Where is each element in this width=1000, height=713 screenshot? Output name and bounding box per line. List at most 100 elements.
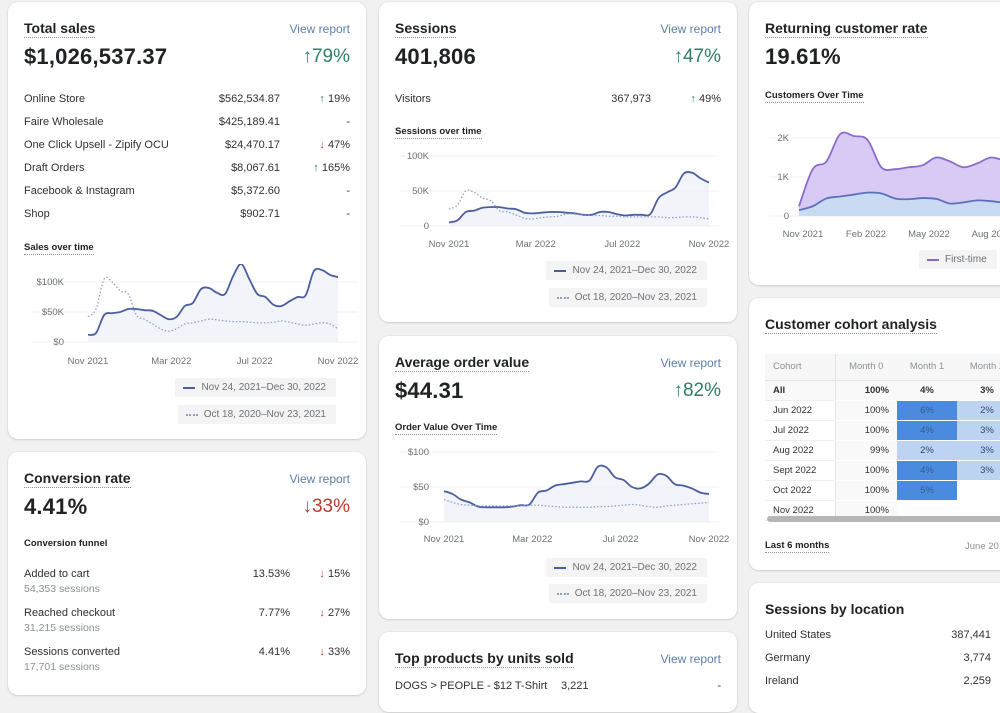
sales-channel-row: Facebook & Instagram $5,372.60 -: [24, 183, 350, 199]
funnel-step-change: ↓ 15%: [319, 568, 350, 580]
view-report-link[interactable]: View report: [661, 22, 721, 36]
cohort-row: Oct 2022 100% 5%: [765, 480, 1000, 501]
sessions-title[interactable]: Sessions: [395, 20, 457, 38]
cohort-column-header: Month 1: [897, 354, 957, 381]
legend-first-time[interactable]: First-time: [919, 250, 997, 269]
legend-current-period[interactable]: Nov 24, 2021–Dec 30, 2022: [175, 378, 336, 397]
cohort-month0: 100%: [835, 380, 897, 401]
visitors-label: Visitors: [395, 93, 431, 105]
funnel-step-label: Reached checkout: [24, 607, 116, 619]
view-report-link[interactable]: View report: [661, 356, 721, 370]
channel-value: $425,189.41: [218, 116, 280, 128]
cohort-month1: 4%: [897, 380, 957, 401]
sales-channel-row: Faire Wholesale $425,189.41 -: [24, 114, 350, 130]
cohort-month0: 99%: [835, 440, 897, 461]
cohort-title[interactable]: Customer cohort analysis: [765, 316, 937, 334]
x-tick-label: Mar 2022: [151, 356, 191, 367]
change-value: 27%: [327, 607, 350, 619]
country-sessions: 3,774: [963, 652, 991, 664]
sessions-chart-title[interactable]: Sessions over time: [395, 126, 482, 139]
channel-value: $24,470.17: [224, 139, 280, 151]
change-value: 19%: [327, 93, 350, 105]
customers-over-time-chart: 0 1K 2K Nov 2021 Feb 2022 May 2022 Aug 2022: [769, 131, 1000, 240]
legend-current-period[interactable]: Nov 24, 2021–Dec 30, 2022: [546, 558, 707, 577]
dotted-line-swatch: [556, 592, 569, 595]
legend-previous-period[interactable]: Oct 18, 2020–Nov 23, 2021: [548, 584, 707, 603]
product-row[interactable]: DOGS > PEOPLE - $12 T-Shirt 3,221 -: [395, 678, 721, 694]
change-value: -: [346, 185, 350, 197]
y-tick-label: $100K: [37, 277, 65, 288]
returning-customer-card: Returning customer rate 19.61% Customers…: [749, 2, 1000, 285]
cohort-month1: 5%: [897, 480, 957, 501]
legend-label: Oct 18, 2020–Nov 23, 2021: [574, 292, 697, 303]
total-sales-title[interactable]: Total sales: [24, 20, 96, 38]
x-tick-label: Nov 2022: [689, 239, 730, 250]
cohort-month0: 100%: [835, 400, 897, 421]
cohort-label: All: [765, 380, 836, 401]
channel-name: Shop: [24, 208, 50, 220]
funnel-step-label: Added to cart: [24, 568, 90, 580]
average-order-value-card: Average order value View report $44.31 ↑…: [379, 336, 737, 619]
sessions-card: Sessions View report 401,806 ↑47% Visito…: [379, 2, 737, 322]
total-sales-change: ↑79%: [302, 46, 350, 67]
returning-title[interactable]: Returning customer rate: [765, 20, 928, 38]
cohort-month2: 2%: [957, 400, 1000, 421]
customers-chart-title[interactable]: Customers Over Time: [765, 90, 864, 103]
aov-title[interactable]: Average order value: [395, 354, 530, 372]
total-sales-value: $1,026,537.37: [24, 44, 168, 69]
channel-change: -: [280, 116, 350, 128]
legend-label: Nov 24, 2021–Dec 30, 2022: [572, 562, 697, 573]
cohort-period-selector[interactable]: Last 6 months: [765, 540, 830, 553]
cohort-month1: 2%: [897, 440, 957, 461]
conversion-title[interactable]: Conversion rate: [24, 470, 131, 488]
legend-previous-period[interactable]: Oct 18, 2020–Nov 23, 2021: [177, 405, 336, 424]
horizontal-scrollbar[interactable]: [767, 516, 1000, 522]
cohort-label: Sept 2022: [765, 460, 836, 481]
sessions-over-time-chart: 0 50K 100K Nov 2021 Mar 2022 Jul 2022 Nov 2022: [399, 151, 730, 250]
x-tick-label: Nov 2021: [424, 534, 465, 545]
view-report-link[interactable]: View report: [290, 22, 350, 36]
channel-name: One Click Upsell - Zipify OCU: [24, 139, 169, 151]
top-products-title[interactable]: Top products by units sold: [395, 650, 574, 668]
country-name: Ireland: [765, 675, 799, 687]
cohort-row: Jun 2022 100% 6% 2%: [765, 400, 1000, 421]
legend-previous-period[interactable]: Oct 18, 2020–Nov 23, 2021: [548, 288, 707, 307]
visitors-change: ↑ 49%: [651, 93, 721, 105]
legend-label: Oct 18, 2020–Nov 23, 2021: [203, 409, 326, 420]
x-tick-label: Feb 2022: [846, 229, 886, 240]
product-name: DOGS > PEOPLE - $12 T-Shirt: [395, 680, 548, 692]
legend-label: Nov 24, 2021–Dec 30, 2022: [572, 265, 697, 276]
legend-current-period[interactable]: Nov 24, 2021–Dec 30, 2022: [546, 261, 707, 280]
funnel-step-change: ↓ 33%: [319, 646, 350, 658]
channel-name: Draft Orders: [24, 162, 85, 174]
funnel-title: Conversion funnel: [24, 538, 108, 549]
cohort-row: Aug 2022 99% 2% 3%: [765, 440, 1000, 461]
sales-channel-row: Draft Orders $8,067.61 ↑ 165%: [24, 160, 350, 176]
change-value: 165%: [321, 162, 350, 174]
funnel-step-label: Sessions converted: [24, 646, 120, 658]
x-tick-label: Mar 2022: [516, 239, 556, 250]
cohort-label: Jun 2022: [765, 400, 836, 421]
channel-change: ↑ 19%: [280, 93, 350, 105]
funnel-step: Reached checkout 31,215 sessions 7.77% ↓…: [24, 607, 350, 641]
funnel-step-rate: 7.77%: [258, 607, 290, 619]
cohort-month1: 4%: [897, 420, 957, 441]
series-area: [444, 465, 709, 522]
view-report-link[interactable]: View report: [661, 652, 721, 666]
channel-change: ↓ 47%: [280, 139, 350, 151]
arrow-up-icon: ↑: [690, 93, 696, 105]
y-tick-label: $0: [418, 517, 429, 528]
product-units: 3,221: [561, 680, 589, 692]
country-name: United States: [765, 629, 832, 641]
cohort-month2: 3%: [957, 380, 1000, 401]
channel-change: -: [280, 208, 350, 220]
aov-chart-title[interactable]: Order Value Over Time: [395, 422, 498, 435]
location-row: United States 387,441: [765, 627, 991, 643]
top-products-card: Top products by units sold View report D…: [379, 632, 737, 712]
solid-line-swatch: [554, 269, 567, 272]
view-report-link[interactable]: View report: [290, 472, 350, 486]
sales-chart-title[interactable]: Sales over time: [24, 242, 94, 255]
arrow-up-icon: ↑: [319, 93, 325, 105]
arrow-up-icon: ↑: [313, 162, 319, 174]
cohort-label: Aug 2022: [765, 440, 836, 461]
